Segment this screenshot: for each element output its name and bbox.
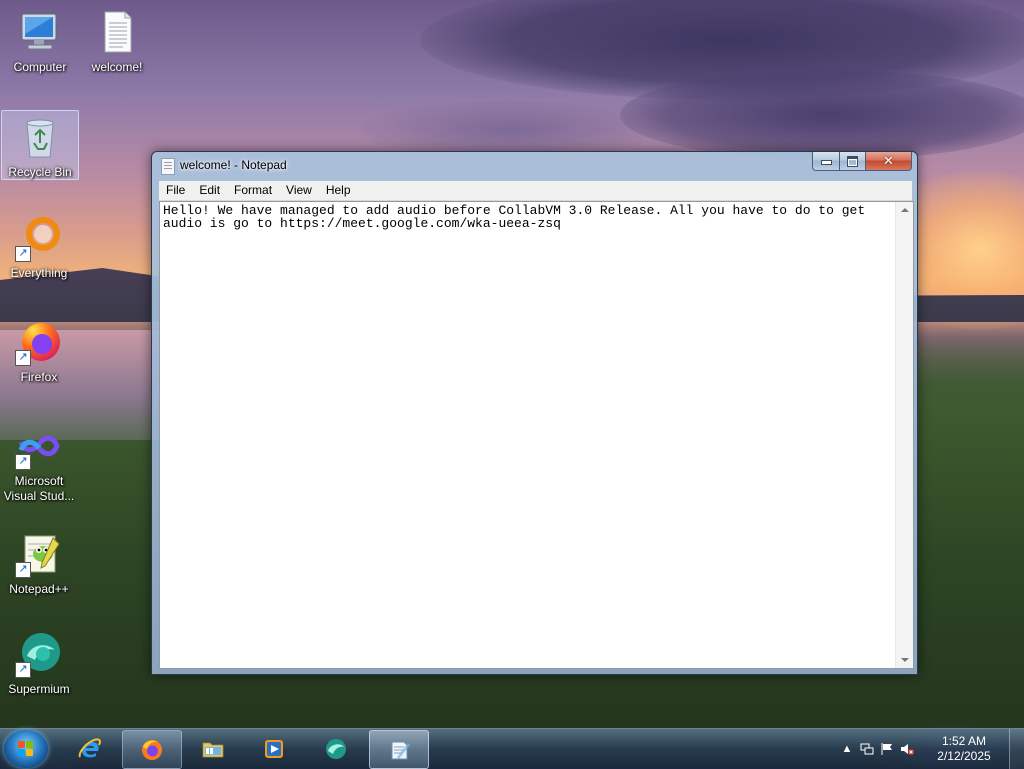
volume-muted-icon[interactable]	[900, 742, 914, 756]
clock-time: 1:52 AM	[941, 734, 987, 748]
desktop-icon-label: welcome!	[91, 60, 143, 74]
shortcut-arrow-icon: ↗	[15, 454, 31, 470]
menu-bar: File Edit Format View Help	[159, 181, 912, 201]
taskbar-media-player[interactable]	[245, 730, 303, 767]
desktop-icon-visual-studio[interactable]: ↗ Microsoft Visual Stud...	[1, 422, 77, 504]
notepad-plus-plus-icon: ↗	[15, 530, 63, 578]
scroll-up-icon[interactable]	[901, 208, 909, 212]
supermium-icon: ↗	[15, 630, 63, 678]
close-icon: ✕	[883, 153, 894, 168]
shortcut-arrow-icon: ↗	[15, 662, 31, 678]
desktop-icon-label: Microsoft Visual Stud...	[3, 474, 75, 503]
maximize-icon	[847, 156, 858, 167]
desktop-icon-label: Recycle Bin	[8, 165, 72, 179]
notepad-window[interactable]: welcome! - Notepad ✕ File Edit Format Vi…	[151, 151, 918, 675]
desktop-icon-label: Notepad++	[9, 582, 69, 596]
recycle-bin-icon	[16, 113, 64, 161]
menu-format[interactable]: Format	[227, 181, 279, 200]
desktop-icon-firefox[interactable]: ↗ Firefox	[1, 318, 77, 385]
network-icon[interactable]	[860, 742, 874, 756]
desktop-icon-welcome[interactable]: welcome!	[79, 8, 155, 75]
show-desktop-button[interactable]	[1009, 729, 1024, 769]
internet-explorer-icon	[78, 738, 101, 758]
document-content[interactable]: Hello! We have managed to add audio befo…	[163, 204, 891, 230]
scroll-down-icon[interactable]	[901, 658, 909, 662]
menu-help[interactable]: Help	[319, 181, 358, 200]
caption-buttons: ✕	[812, 152, 912, 171]
computer-icon	[16, 8, 64, 56]
system-tray: ▲ 1:52 AM 2/12/2025	[834, 729, 1024, 769]
taskbar-internet-explorer[interactable]	[61, 730, 119, 767]
taskbar-firefox[interactable]	[122, 730, 182, 769]
menu-view[interactable]: View	[279, 181, 319, 200]
visual-studio-icon: ↗	[15, 422, 63, 470]
desktop-icon-label: Supermium	[8, 682, 70, 696]
firefox-icon: ↗	[15, 318, 63, 366]
notepad-icon	[161, 158, 175, 175]
desktop-icon-everything[interactable]: ↗ Everything	[1, 214, 77, 281]
desktop-icon-notepad-plus-plus[interactable]: ↗ Notepad++	[1, 530, 77, 597]
shortcut-arrow-icon: ↗	[15, 350, 31, 366]
desktop-icon-label: Computer	[13, 60, 67, 74]
minimize-button[interactable]	[812, 152, 840, 171]
taskbar-clock[interactable]: 1:52 AM 2/12/2025	[928, 734, 1000, 764]
desktop-icon-recycle-bin[interactable]: Recycle Bin	[1, 110, 79, 180]
start-button[interactable]	[4, 730, 48, 768]
taskbar-supermium[interactable]	[307, 730, 365, 767]
vertical-scrollbar[interactable]	[895, 202, 913, 668]
clock-date: 2/12/2025	[937, 749, 991, 763]
taskbar-windows-explorer[interactable]	[184, 730, 242, 767]
taskbar: ▲ 1:52 AM 2/12/2025	[0, 728, 1024, 769]
firefox-icon	[142, 740, 162, 760]
desktop-icon-label: Firefox	[20, 370, 58, 384]
desktop-icon-label: Everything	[10, 266, 68, 280]
desktop-icon-supermium[interactable]: ↗ Supermium	[1, 630, 77, 697]
show-hidden-icons-button[interactable]: ▲	[840, 742, 854, 756]
supermium-icon	[326, 739, 346, 759]
shortcut-arrow-icon: ↗	[15, 246, 31, 262]
media-player-icon	[265, 740, 283, 758]
title-bar[interactable]: welcome! - Notepad ✕	[152, 152, 917, 179]
window-title: welcome! - Notepad	[180, 158, 287, 172]
wallpaper-cloud	[620, 70, 1024, 160]
folder-icon	[202, 742, 224, 758]
menu-edit[interactable]: Edit	[192, 181, 227, 200]
close-button[interactable]: ✕	[866, 152, 912, 171]
desktop-icon-computer[interactable]: Computer	[2, 8, 78, 75]
everything-search-icon: ↗	[15, 214, 63, 262]
action-center-flag-icon[interactable]	[880, 742, 894, 756]
text-file-icon	[93, 8, 141, 56]
text-editor-area[interactable]: Hello! We have managed to add audio befo…	[159, 201, 914, 669]
taskbar-notepad[interactable]	[369, 730, 429, 769]
notepad-icon	[391, 741, 410, 760]
windows-logo-icon	[18, 741, 34, 757]
minimize-icon	[820, 160, 832, 165]
menu-file[interactable]: File	[159, 181, 192, 200]
shortcut-arrow-icon: ↗	[15, 562, 31, 578]
maximize-button[interactable]	[840, 152, 866, 171]
